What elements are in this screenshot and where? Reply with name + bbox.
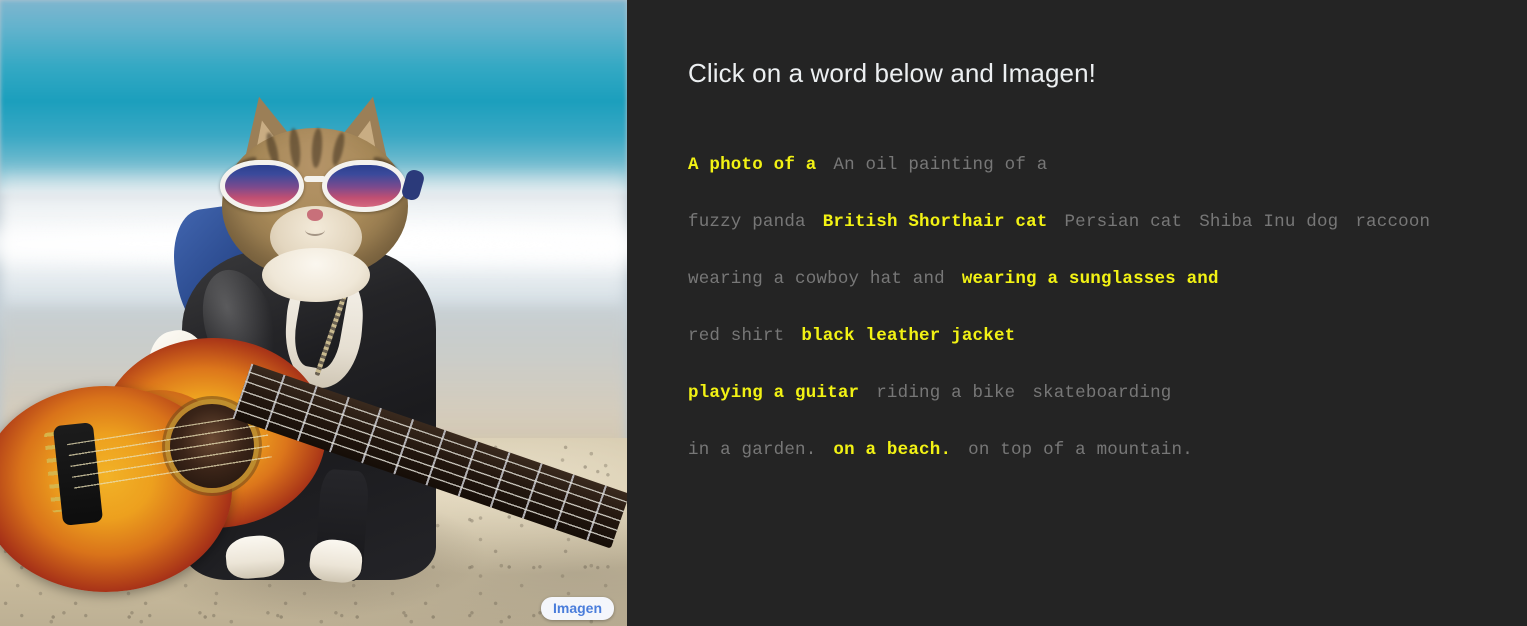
generated-image: Imagen	[0, 0, 627, 626]
prompt-row-style: A photo of a An oil painting of a	[688, 136, 1527, 193]
prompt-word-rows: A photo of a An oil painting of a fuzzy pa…	[688, 136, 1527, 478]
prompt-option-subject-1[interactable]: British Shorthair cat	[823, 210, 1048, 234]
prompt-option-headwear-0[interactable]: wearing a cowboy hat and	[688, 267, 945, 291]
app-root: Imagen Click on a word below and Imagen!…	[0, 0, 1527, 626]
prompt-option-clothing-0[interactable]: red shirt	[688, 324, 784, 348]
prompt-option-subject-4[interactable]: raccoon	[1355, 210, 1430, 234]
cat-sunglasses	[218, 158, 426, 216]
prompt-row-activity: playing a guitar riding a bike skateboardi…	[688, 364, 1527, 421]
prompt-option-clothing-1[interactable]: black leather jacket	[801, 324, 1015, 348]
prompt-option-activity-1[interactable]: riding a bike	[876, 381, 1015, 405]
acoustic-guitar	[0, 332, 627, 592]
prompt-option-location-1[interactable]: on a beach.	[833, 438, 951, 462]
imagen-badge: Imagen	[541, 597, 615, 620]
sunglasses-temple	[400, 168, 426, 202]
prompt-option-style-0[interactable]: A photo of a	[688, 153, 816, 177]
prompt-option-activity-0[interactable]: playing a guitar	[688, 381, 859, 405]
sunglasses-lens-right	[322, 160, 406, 212]
page-title: Click on a word below and Imagen!	[688, 58, 1096, 88]
prompt-option-subject-2[interactable]: Persian cat	[1064, 210, 1182, 234]
prompt-option-activity-2[interactable]: skateboarding	[1032, 381, 1171, 405]
cat-chin-fur	[262, 248, 370, 302]
prompt-option-subject-0[interactable]: fuzzy panda	[688, 210, 806, 234]
prompt-row-location: in a garden. on a beach. on top of a mount…	[688, 421, 1527, 478]
cat-mouth	[305, 224, 325, 236]
prompt-option-style-1[interactable]: An oil painting of a	[833, 153, 1047, 177]
prompt-option-location-0[interactable]: in a garden.	[688, 438, 816, 462]
prompt-panel: Click on a word below and Imagen! A phot…	[627, 0, 1527, 626]
prompt-row-headwear: wearing a cowboy hat and wearing a sungla…	[688, 250, 1527, 307]
prompt-row-subject: fuzzy panda British Shorthair cat Persian …	[688, 193, 1527, 250]
prompt-option-subject-3[interactable]: Shiba Inu dog	[1199, 210, 1338, 234]
sunglasses-lens-left	[220, 160, 304, 212]
prompt-row-clothing: red shirt black leather jacket	[688, 307, 1527, 364]
sunglasses-bridge	[304, 176, 326, 182]
prompt-option-headwear-1[interactable]: wearing a sunglasses and	[962, 267, 1219, 291]
prompt-option-location-2[interactable]: on top of a mountain.	[968, 438, 1193, 462]
